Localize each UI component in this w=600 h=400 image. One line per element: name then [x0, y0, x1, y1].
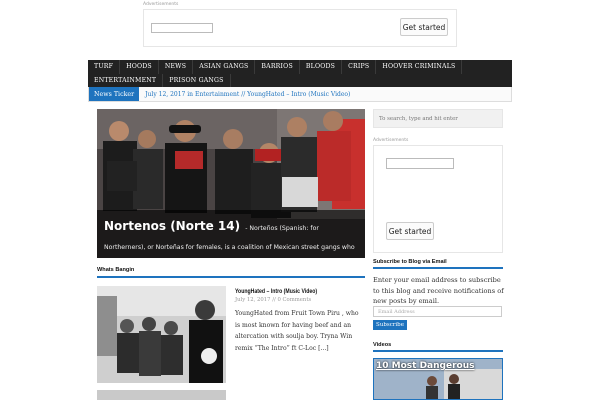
post-date: July 12, 2017: [235, 297, 271, 303]
subscribe-button[interactable]: Subscribe: [373, 320, 407, 330]
whats-bangin-heading: Whats Bangin: [97, 267, 135, 273]
post-meta-separator: //: [272, 297, 276, 303]
nav-item-crips[interactable]: CRIPS: [342, 60, 377, 74]
search-input[interactable]: To search, type and hit enter: [373, 109, 503, 128]
post-comments-link[interactable]: 0 Comments: [277, 297, 311, 303]
main-navigation: TURF HOODS NEWS ASIAN GANGS BARRIOS BLOO…: [88, 60, 512, 87]
top-advertisement[interactable]: Get started: [143, 9, 457, 47]
top-ad-label: Advertisements: [143, 2, 179, 7]
post-thumbnail[interactable]: [97, 286, 226, 383]
post-excerpt: YoungHated from Fruit Town Piru , who is…: [235, 310, 359, 352]
post-title[interactable]: YoungHated – Intro (Music Video): [235, 288, 317, 295]
email-field[interactable]: Email Address: [373, 306, 502, 317]
nav-item-news[interactable]: NEWS: [159, 60, 194, 74]
video-title[interactable]: 10 Most Dangerous: [376, 361, 474, 371]
nav-item-prison-gangs[interactable]: PRISON GANGS: [163, 73, 231, 87]
nav-item-bloods[interactable]: BLOODS: [300, 60, 343, 74]
nav-item-barrios[interactable]: BARRIOS: [255, 60, 300, 74]
sidebar-ad-label: Advertisements: [373, 138, 409, 143]
ad-get-started-button[interactable]: Get started: [400, 18, 448, 36]
nav-item-hoods[interactable]: HOODS: [120, 60, 159, 74]
whats-bangin-divider: [97, 276, 365, 278]
subscribe-divider: [373, 267, 503, 269]
featured-title[interactable]: Nortenos (Norte 14): [104, 219, 240, 233]
nav-item-asian-gangs[interactable]: ASIAN GANGS: [193, 60, 256, 74]
ad-email-input[interactable]: [151, 23, 213, 33]
news-ticker-link[interactable]: July 12, 2017 in Entertainment // YoungH…: [139, 91, 350, 98]
news-ticker-label: News Ticker: [89, 87, 140, 101]
sidebar-advertisement[interactable]: Get started: [373, 145, 503, 253]
sidebar-ad-get-started-button[interactable]: Get started: [386, 222, 434, 240]
videos-heading: Videos: [373, 342, 392, 348]
video-thumbnail[interactable]: 10 Most Dangerous: [373, 358, 503, 400]
videos-divider: [373, 350, 503, 352]
featured-caption: Nortenos (Norte 14) - Norteños (Spanish:…: [97, 210, 365, 258]
news-ticker: News Ticker July 12, 2017 in Entertainme…: [88, 87, 512, 102]
featured-slider[interactable]: Nortenos (Norte 14) - Norteños (Spanish:…: [97, 109, 365, 258]
subscribe-description: Enter your email address to subscribe to…: [373, 276, 504, 305]
post-thumbnail-2[interactable]: [97, 390, 226, 400]
nav-item-turf[interactable]: TURF: [88, 60, 121, 74]
nav-item-entertainment[interactable]: ENTERTAINMENT: [88, 73, 164, 87]
nav-item-hoover-criminals[interactable]: HOOVER CRIMINALS: [376, 60, 463, 74]
post-thumbnail-image: [97, 286, 226, 383]
sidebar-ad-input[interactable]: [386, 158, 454, 169]
subscribe-heading: Subscribe to Blog via Email: [373, 259, 447, 265]
post-meta: July 12, 2017 // 0 Comments: [235, 297, 311, 303]
